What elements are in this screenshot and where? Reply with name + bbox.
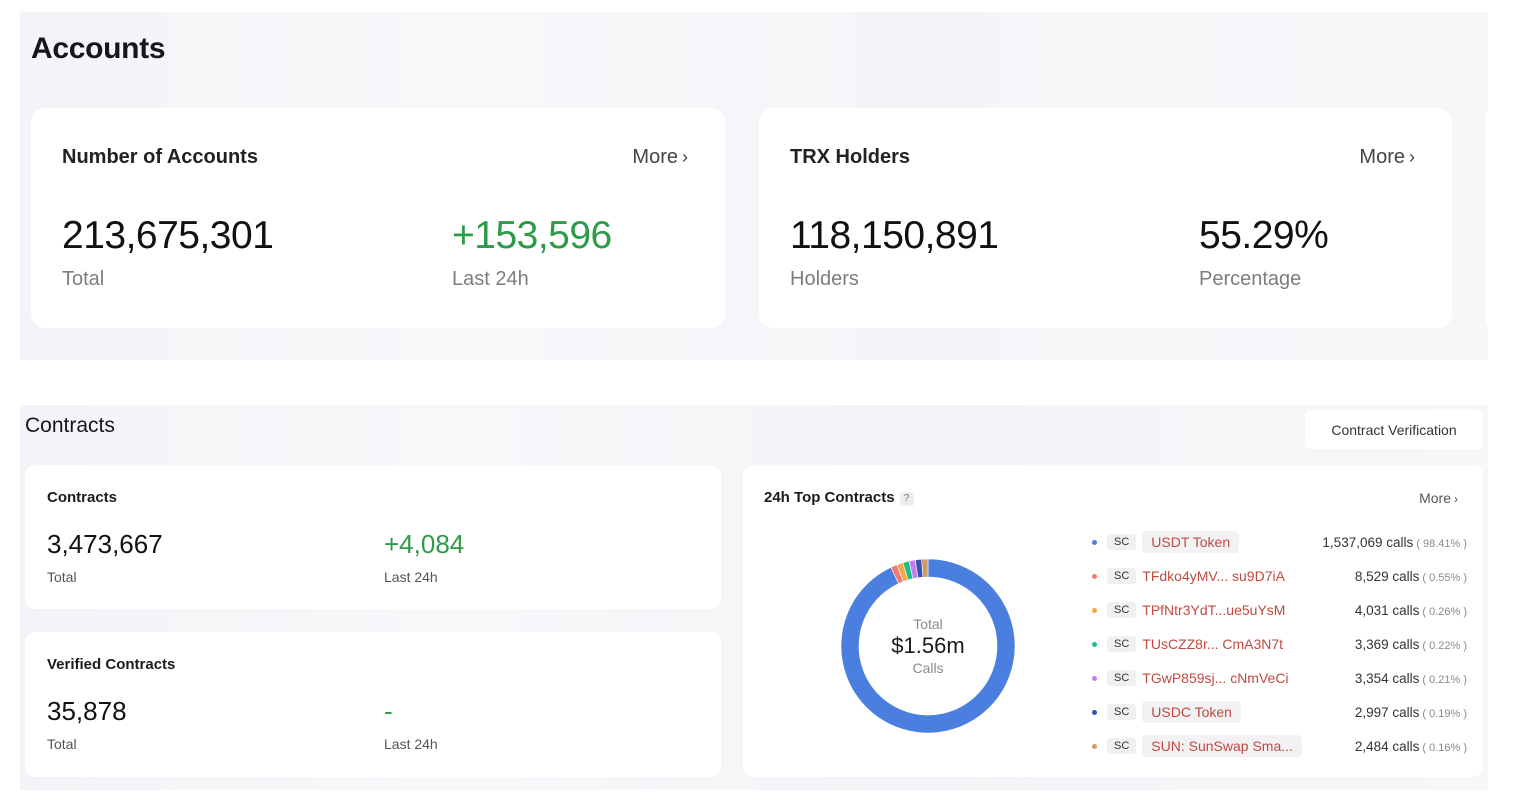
calls-percentage: ( 0.19% )	[1422, 707, 1467, 720]
donut-center-top: Total	[913, 616, 943, 632]
more-link[interactable]: More ›	[632, 146, 688, 169]
calls-percentage: ( 0.21% )	[1422, 673, 1467, 686]
calls-percentage: ( 0.16% )	[1422, 741, 1467, 754]
legend-dot-icon	[1092, 743, 1097, 749]
donut-center-bottom: Calls	[912, 660, 944, 676]
last24h-contracts-value: +4,084	[384, 529, 465, 559]
contract-name-link[interactable]: TUsCZZ8r... CmA3N7t	[1142, 636, 1283, 652]
donut-center-value: $1.56m	[891, 633, 965, 658]
legend-dot-icon	[1092, 641, 1097, 647]
sc-badge: SC	[1107, 534, 1137, 550]
contract-calls: 1,537,069 calls( 98.41% )	[1322, 535, 1467, 550]
donut-center: Total $1.56m Calls	[840, 558, 1016, 734]
total-accounts-value: 213,675,301	[62, 214, 274, 257]
total-label: Total	[62, 268, 105, 290]
total-label: Total	[47, 736, 77, 752]
contract-name-link[interactable]: USDC Token	[1142, 701, 1241, 723]
contract-name-link[interactable]: TPfNtr3YdT...ue5uYsM	[1142, 602, 1285, 618]
more-label: More	[632, 146, 678, 168]
last24h-label: Last 24h	[384, 569, 438, 585]
contracts-section: Contracts Contract Verification Contract…	[20, 405, 1488, 790]
contract-name-link[interactable]: TGwP859sj... cNmVeCi	[1142, 670, 1288, 686]
last24h-label: Last 24h	[384, 736, 438, 752]
section-divider	[20, 360, 1488, 400]
sc-badge: SC	[1107, 602, 1137, 618]
help-icon[interactable]: ?	[899, 492, 914, 506]
percentage-label: Percentage	[1199, 268, 1302, 290]
percentage-value: 55.29%	[1199, 214, 1329, 257]
card-title: Number of Accounts	[62, 146, 258, 168]
contract-list-item: SC USDC Token 2,997 calls( 0.19% )	[1087, 695, 1467, 729]
contract-calls: 4,031 calls( 0.26% )	[1355, 603, 1467, 618]
contracts-heading: Contracts	[25, 414, 115, 437]
calls-donut-chart: Total $1.56m Calls	[840, 558, 1016, 734]
more-link[interactable]: More ›	[1359, 146, 1415, 169]
calls-percentage: ( 98.41% )	[1416, 537, 1467, 550]
sc-badge: SC	[1107, 568, 1137, 584]
holders-value: 118,150,891	[790, 214, 999, 257]
chevron-right-icon: ›	[1454, 492, 1458, 506]
more-link[interactable]: More ›	[1419, 490, 1458, 506]
verified-last24h-value: -	[384, 696, 393, 726]
top-contracts-title: 24h Top Contracts	[764, 489, 895, 506]
sc-badge: SC	[1107, 636, 1137, 652]
top-contracts-list: SC USDT Token 1,537,069 calls( 98.41% ) SC T…	[1087, 525, 1467, 763]
contract-calls: 2,484 calls( 0.16% )	[1355, 739, 1467, 754]
sc-badge: SC	[1107, 704, 1137, 720]
contract-list-item: SC SUN: SunSwap Sma... 2,484 calls( 0.16% …	[1087, 729, 1467, 763]
contract-list-item: SC USDT Token 1,537,069 calls( 98.41% )	[1087, 525, 1467, 559]
verified-total-value: 35,878	[47, 696, 127, 726]
more-label: More	[1419, 490, 1451, 506]
trx-holders-card: TRX Holders More › 118,150,891 Holders 55…	[759, 108, 1452, 328]
contract-list-item: SC TGwP859sj... cNmVeCi 3,354 calls( 0.21%…	[1087, 661, 1467, 695]
calls-count: 2,484 calls	[1354, 738, 1420, 754]
contracts-card: Contracts 3,473,667 Total +4,084 Last 24…	[25, 465, 721, 609]
number-of-accounts-card: Number of Accounts More › 213,675,301 Tot…	[31, 108, 725, 328]
contract-calls: 2,997 calls( 0.19% )	[1355, 705, 1467, 720]
more-label: More	[1359, 146, 1405, 168]
last24h-accounts-value: +153,596	[452, 214, 612, 257]
top-contracts-card: 24h Top Contracts? More › Total $1.56m Ca…	[743, 465, 1483, 777]
calls-count: 1,537,069 calls	[1322, 534, 1414, 550]
card-title: TRX Holders	[790, 146, 911, 168]
calls-count: 2,997 calls	[1354, 704, 1420, 720]
contract-name-link[interactable]: TFdko4yMV... su9D7iA	[1142, 568, 1285, 584]
next-card-edge	[1486, 108, 1492, 328]
verified-contracts-card: Verified Contracts 35,878 Total - Last 2…	[25, 632, 721, 777]
legend-dot-icon	[1092, 573, 1097, 579]
sc-badge: SC	[1107, 738, 1137, 754]
contract-name-link[interactable]: USDT Token	[1142, 531, 1240, 553]
calls-percentage: ( 0.55% )	[1422, 571, 1467, 584]
contract-list-item: SC TPfNtr3YdT...ue5uYsM 4,031 calls( 0.26%…	[1087, 593, 1467, 627]
legend-dot-icon	[1092, 607, 1097, 613]
accounts-section: Accounts Number of Accounts More › 213,67…	[20, 12, 1492, 360]
contract-calls: 8,529 calls( 0.55% )	[1355, 569, 1467, 584]
calls-percentage: ( 0.22% )	[1422, 639, 1467, 652]
calls-count: 3,354 calls	[1354, 670, 1420, 686]
legend-dot-icon	[1092, 675, 1097, 681]
total-contracts-value: 3,473,667	[47, 529, 163, 559]
card-title: Contracts	[47, 489, 118, 506]
card-title: Verified Contracts	[47, 656, 176, 673]
contract-list-item: SC TUsCZZ8r... CmA3N7t 3,369 calls( 0.22% …	[1087, 627, 1467, 661]
calls-count: 3,369 calls	[1354, 636, 1420, 652]
contract-name-link[interactable]: SUN: SunSwap Sma...	[1142, 735, 1302, 757]
contract-verification-button[interactable]: Contract Verification	[1305, 410, 1483, 449]
legend-dot-icon	[1092, 539, 1097, 545]
calls-count: 8,529 calls	[1354, 568, 1420, 584]
card-title: 24h Top Contracts?	[764, 489, 914, 506]
calls-count: 4,031 calls	[1354, 602, 1420, 618]
last24h-label: Last 24h	[452, 268, 529, 290]
contract-list-item: SC TFdko4yMV... su9D7iA 8,529 calls( 0.55%…	[1087, 559, 1467, 593]
accounts-heading: Accounts	[31, 32, 166, 65]
chevron-right-icon: ›	[682, 147, 688, 167]
contract-calls: 3,369 calls( 0.22% )	[1355, 637, 1467, 652]
chevron-right-icon: ›	[1409, 147, 1415, 167]
legend-dot-icon	[1092, 709, 1097, 715]
holders-label: Holders	[790, 268, 859, 290]
calls-percentage: ( 0.26% )	[1422, 605, 1467, 618]
sc-badge: SC	[1107, 670, 1137, 686]
total-label: Total	[47, 569, 77, 585]
contract-calls: 3,354 calls( 0.21% )	[1355, 671, 1467, 686]
